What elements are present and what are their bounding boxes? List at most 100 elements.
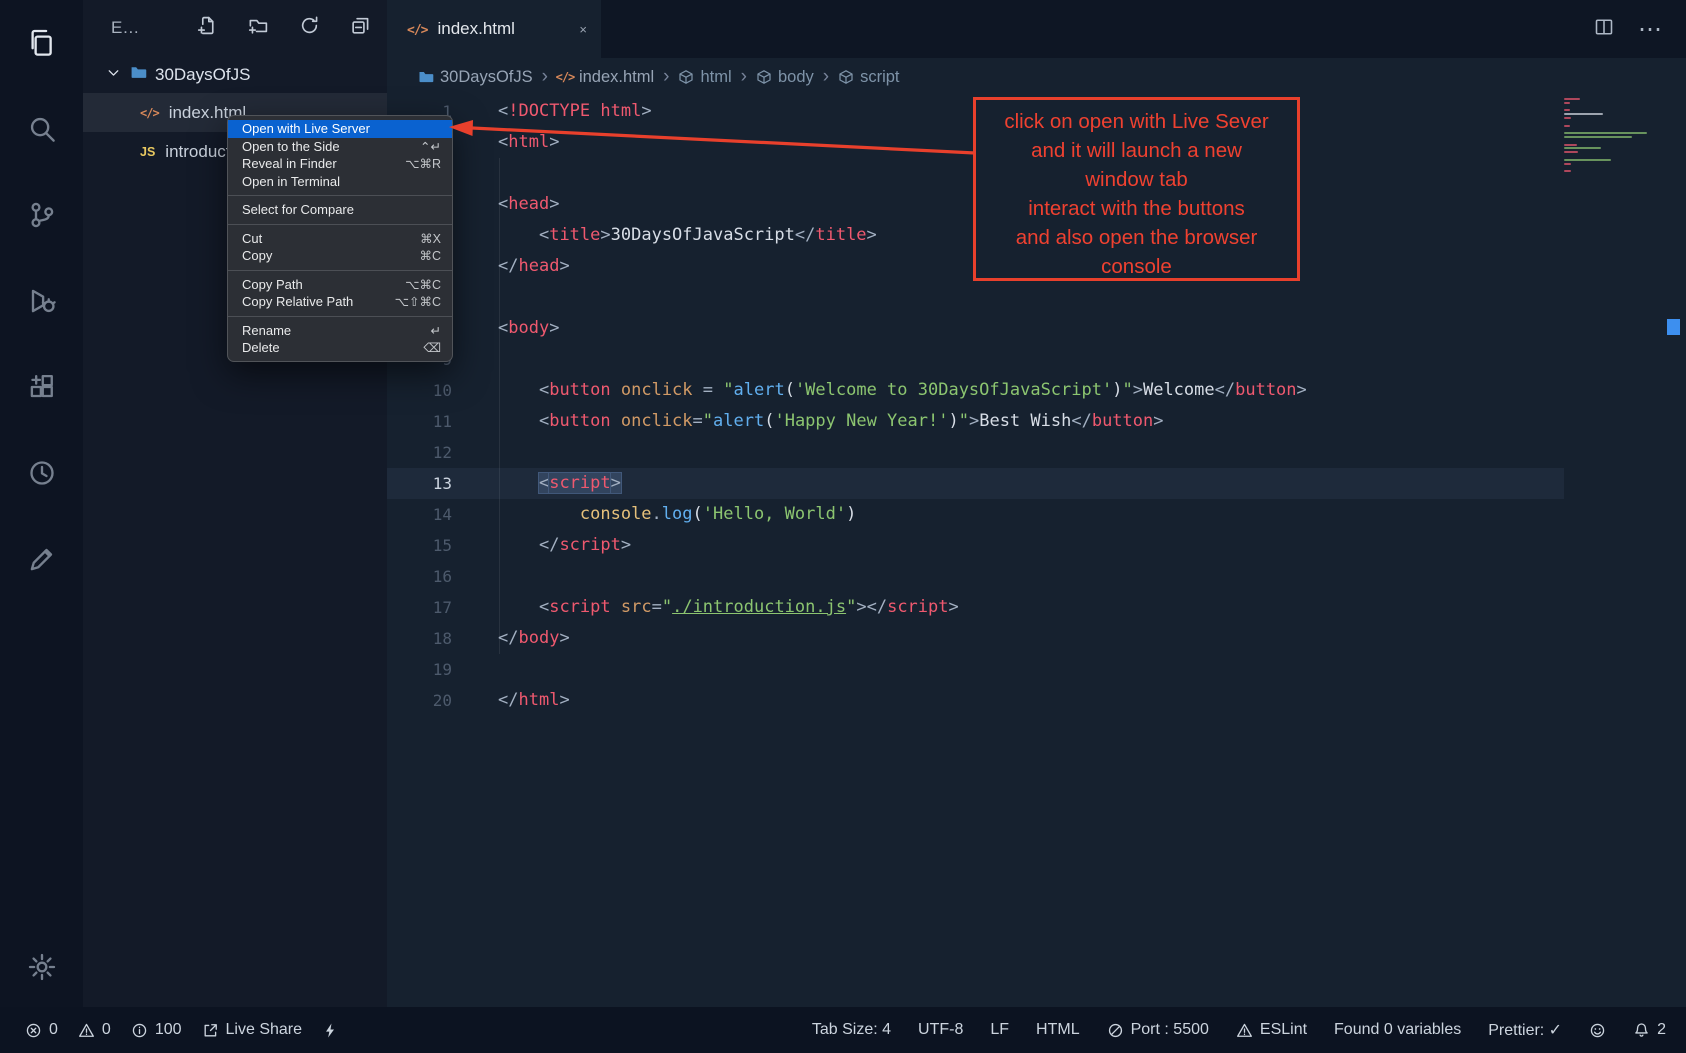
menu-item-select-for-compare[interactable]: Select for Compare xyxy=(228,201,452,219)
code-text: console.log('Hello, World') xyxy=(452,499,856,530)
explorer-header: E… xyxy=(83,0,387,56)
activity-explorer[interactable] xyxy=(18,19,66,67)
status-eslint[interactable]: ESLint xyxy=(1236,1020,1307,1040)
split-editor-icon[interactable] xyxy=(1594,17,1614,42)
code-line-7[interactable]: 7 xyxy=(387,282,1564,313)
breadcrumb-item-30DaysOfJS[interactable]: 30DaysOfJS xyxy=(418,68,533,87)
code-line-18[interactable]: 18</body> xyxy=(387,623,1564,654)
code-line-15[interactable]: 15 </script> xyxy=(387,530,1564,561)
breadcrumb: 30DaysOfJS›</>index.html›html›body›scrip… xyxy=(387,58,1686,96)
minimap-line xyxy=(1564,125,1570,127)
minimap-line xyxy=(1564,151,1578,153)
activity-source-control[interactable] xyxy=(18,191,66,239)
status-tab-size[interactable]: Tab Size: 4 xyxy=(812,1020,891,1040)
minimap[interactable] xyxy=(1564,98,1662,208)
code-line-8[interactable]: 8<body> xyxy=(387,313,1564,344)
activity-search[interactable] xyxy=(18,105,66,153)
menu-item-delete[interactable]: Delete⌫ xyxy=(228,339,452,357)
status-label: 2 xyxy=(1657,1021,1666,1039)
menu-item-open-in-terminal[interactable]: Open in Terminal xyxy=(228,173,452,191)
explorer-action-refresh[interactable] xyxy=(299,15,320,41)
code-text: </script> xyxy=(452,530,631,561)
menu-item-copy-relative-path[interactable]: Copy Relative Path⌥⇧⌘C xyxy=(228,293,452,311)
tab-index-html[interactable]: </> index.html × xyxy=(387,0,601,58)
menu-item-label: Copy Path xyxy=(242,277,405,292)
overview-cursor-marker xyxy=(1667,319,1680,335)
menu-item-open-with-live-server[interactable]: Open with Live Server xyxy=(228,120,452,138)
debug-icon xyxy=(27,286,57,316)
code-line-14[interactable]: 14 console.log('Hello, World') xyxy=(387,499,1564,530)
more-actions-icon[interactable]: ⋯ xyxy=(1638,15,1662,44)
breadcrumb-label: script xyxy=(860,68,899,87)
minimap-line xyxy=(1564,132,1647,134)
menu-item-copy[interactable]: Copy⌘C xyxy=(228,247,452,265)
explorer-action-collapse-all[interactable] xyxy=(350,15,371,41)
annotation-line: click on open with Live Sever xyxy=(976,107,1297,136)
menu-item-label: Rename xyxy=(242,323,431,338)
code-text: <script src="./introduction.js"></script… xyxy=(452,592,959,623)
activity-settings[interactable] xyxy=(18,943,66,991)
status-prettier[interactable]: Prettier: ✓ xyxy=(1488,1020,1562,1040)
breadcrumb-item-body[interactable]: body xyxy=(756,68,814,87)
menu-item-open-to-the-side[interactable]: Open to the Side⌃↵ xyxy=(228,138,452,156)
explorer-toolbar xyxy=(197,15,371,41)
close-tab-icon[interactable]: × xyxy=(579,19,587,39)
status-language-mode[interactable]: HTML xyxy=(1036,1020,1080,1040)
status-problems-errors[interactable]: 0 xyxy=(25,1021,58,1039)
status-port[interactable]: Port : 5500 xyxy=(1107,1020,1209,1040)
menu-item-label: Copy xyxy=(242,248,419,263)
breadcrumb-item-html[interactable]: html xyxy=(678,68,731,87)
breadcrumb-label: index.html xyxy=(579,68,654,87)
status-go-live[interactable] xyxy=(322,1021,339,1039)
code-line-12[interactable]: 12 xyxy=(387,437,1564,468)
code-line-17[interactable]: 17 <script src="./introduction.js"></scr… xyxy=(387,592,1564,623)
tab-bar: </> index.html × ⋯ xyxy=(387,0,1686,58)
code-text: </html> xyxy=(452,685,570,716)
breadcrumb-separator: › xyxy=(542,66,548,88)
code-line-10[interactable]: 10 <button onclick = "alert('Welcome to … xyxy=(387,375,1564,406)
line-number: 17 xyxy=(387,598,452,617)
search-icon xyxy=(27,114,57,144)
menu-item-shortcut: ⌫ xyxy=(423,340,441,355)
code-line-19[interactable]: 19 xyxy=(387,654,1564,685)
chevron-down-icon xyxy=(105,64,122,81)
annotation-line: and it will launch a new xyxy=(976,136,1297,165)
status-eol[interactable]: LF xyxy=(990,1020,1009,1040)
activity-edit-session[interactable] xyxy=(18,535,66,583)
menu-item-cut[interactable]: Cut⌘X xyxy=(228,230,452,248)
status-feedback[interactable] xyxy=(1589,1020,1606,1040)
status-encoding[interactable]: UTF-8 xyxy=(918,1020,963,1040)
code-line-20[interactable]: 20</html> xyxy=(387,685,1564,716)
explorer-action-new-file[interactable] xyxy=(197,15,218,41)
activity-extensions[interactable] xyxy=(18,363,66,411)
status-live-share[interactable]: Live Share xyxy=(202,1021,303,1039)
activity-run-debug[interactable] xyxy=(18,277,66,325)
history-icon xyxy=(27,458,57,488)
breadcrumb-item-script[interactable]: script xyxy=(838,68,899,87)
breadcrumb-item-index.html[interactable]: </>index.html xyxy=(557,68,654,87)
menu-item-rename[interactable]: Rename↵ xyxy=(228,322,452,340)
explorer-action-new-folder[interactable] xyxy=(248,15,269,41)
code-line-13[interactable]: 13 <script> xyxy=(387,468,1564,499)
status-notifications[interactable]: 2 xyxy=(1633,1020,1666,1040)
menu-separator xyxy=(228,224,452,225)
folder-row-30daysofjs[interactable]: 30DaysOfJS xyxy=(83,56,387,93)
status-problems-warnings[interactable]: 0 xyxy=(78,1021,111,1039)
new-folder-icon xyxy=(248,15,269,36)
code-line-11[interactable]: 11 <button onclick="alert('Happy New Yea… xyxy=(387,406,1564,437)
activity-history[interactable] xyxy=(18,449,66,497)
line-number: 16 xyxy=(387,567,452,586)
menu-item-copy-path[interactable]: Copy Path⌥⌘C xyxy=(228,276,452,294)
minimap-line xyxy=(1564,98,1580,100)
code-line-9[interactable]: 9 xyxy=(387,344,1564,375)
code-text: <!DOCTYPE html> xyxy=(452,96,652,127)
split-icon xyxy=(1594,17,1614,37)
menu-item-label: Reveal in Finder xyxy=(242,156,405,171)
menu-item-reveal-in-finder[interactable]: Reveal in Finder⌥⌘R xyxy=(228,155,452,173)
code-text: <button onclick = "alert('Welcome to 30D… xyxy=(452,375,1307,406)
code-line-16[interactable]: 16 xyxy=(387,561,1564,592)
minimap-line xyxy=(1564,144,1577,146)
status-label: 0 xyxy=(102,1021,111,1039)
status-found-variables[interactable]: Found 0 variables xyxy=(1334,1020,1461,1040)
status-info-count[interactable]: 100 xyxy=(131,1021,182,1039)
